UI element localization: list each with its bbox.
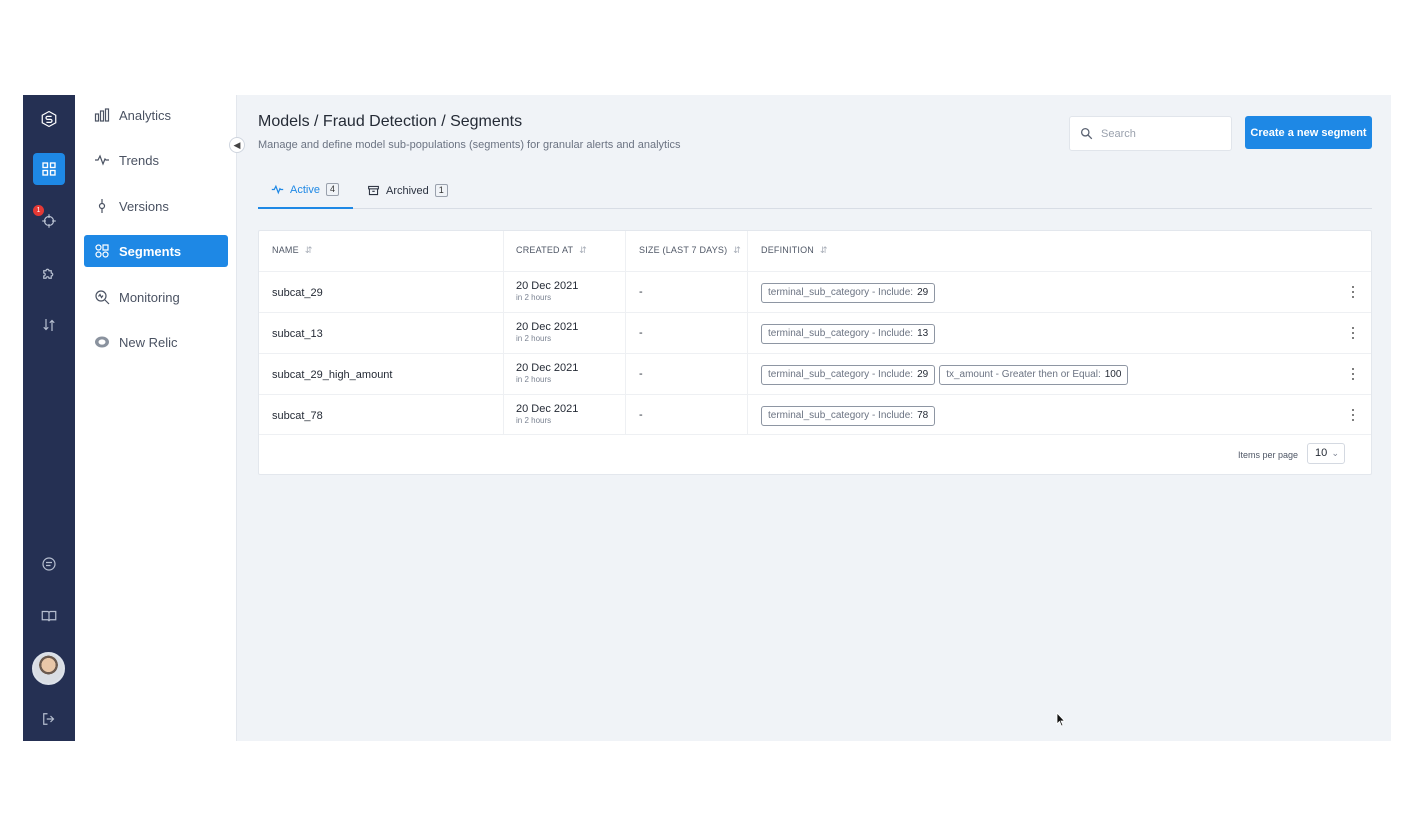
tab-count: 1 xyxy=(434,184,448,197)
table-row[interactable]: subcat_13 20 Dec 2021 in 2 hours - termin… xyxy=(259,312,1371,353)
sort-icon: ⇵ xyxy=(733,245,742,255)
definition-chip: tx_amount - Greater then or Equal: 100 xyxy=(939,365,1129,385)
icon-rail: 1 xyxy=(23,95,75,741)
definition-chips: terminal_sub_category - Include: 78 xyxy=(761,406,936,426)
nav-label: Segments xyxy=(119,243,182,259)
segments-icon xyxy=(95,244,109,258)
definition-chip: terminal_sub_category - Include: 29 xyxy=(761,365,936,385)
created-relative: in 2 hours xyxy=(516,293,552,302)
segment-size: - xyxy=(639,327,643,339)
book-icon[interactable] xyxy=(33,600,65,632)
definition-chip: terminal_sub_category - Include: 29 xyxy=(761,283,936,303)
nav-item-versions[interactable]: Versions xyxy=(84,190,228,222)
chat-icon[interactable] xyxy=(33,548,65,580)
nav-item-analytics[interactable]: Analytics xyxy=(84,99,228,131)
items-per-page-label: Items per page xyxy=(1238,450,1299,460)
avatar[interactable] xyxy=(32,652,65,685)
sort-icon: ⇵ xyxy=(820,245,828,255)
segment-name[interactable]: subcat_78 xyxy=(272,410,323,422)
nav-item-monitoring[interactable]: Monitoring xyxy=(84,281,228,313)
table-row[interactable]: subcat_29_high_amount 20 Dec 2021 in 2 ho… xyxy=(259,353,1371,394)
created-at: 20 Dec 2021 in 2 hours xyxy=(516,280,579,302)
tab-label: Archived xyxy=(386,184,429,197)
search-input[interactable] xyxy=(1101,127,1221,140)
segment-name[interactable]: subcat_29 xyxy=(272,287,323,299)
definition-chips: terminal_sub_category - Include: 29 xyxy=(761,283,936,303)
notification-badge: 1 xyxy=(33,205,44,216)
segment-size: - xyxy=(639,368,643,380)
page-title: Models / Fraud Detection / Segments xyxy=(258,113,523,130)
column-header-created-at[interactable]: CREATED AT ⇵ xyxy=(516,245,587,256)
app-window: 1 Analytics Trends Versions Segments Mon… xyxy=(23,95,1391,741)
bar-chart-icon xyxy=(94,108,110,122)
chevron-down-icon: ⌄ xyxy=(1331,448,1339,458)
definition-chips: terminal_sub_category - Include: 13 xyxy=(761,324,936,344)
segments-table: NAME ⇵ CREATED AT ⇵ SIZE (LAST 7 DAYS) ⇵ DE… xyxy=(258,230,1372,475)
row-menu-icon[interactable] xyxy=(1349,325,1357,341)
definition-chip: terminal_sub_category - Include: 78 xyxy=(761,406,936,426)
pulse-icon xyxy=(95,154,109,166)
dashboard-icon[interactable] xyxy=(33,153,65,185)
created-relative: in 2 hours xyxy=(516,334,552,343)
created-at: 20 Dec 2021 in 2 hours xyxy=(516,321,579,343)
definition-chip: terminal_sub_category - Include: 13 xyxy=(761,324,936,344)
nav-label: New Relic xyxy=(119,334,178,350)
pulse-icon xyxy=(271,184,284,195)
tab-label: Active xyxy=(290,183,320,196)
commit-icon xyxy=(98,199,106,213)
nav-item-new-relic[interactable]: New Relic xyxy=(84,326,228,358)
puzzle-icon[interactable] xyxy=(33,257,65,289)
nav-item-trends[interactable]: Trends xyxy=(84,144,228,176)
row-menu-icon[interactable] xyxy=(1349,407,1357,423)
search-icon xyxy=(1080,127,1093,140)
mouse-cursor-icon xyxy=(1056,712,1066,727)
created-at: 20 Dec 2021 in 2 hours xyxy=(516,362,579,384)
new-relic-icon xyxy=(95,336,109,348)
tab-active[interactable]: Active 4 xyxy=(258,172,353,209)
column-header-size[interactable]: SIZE (LAST 7 DAYS) ⇵ xyxy=(639,245,741,256)
table-footer-divider xyxy=(259,434,1371,435)
logo-icon[interactable] xyxy=(33,103,65,135)
create-segment-button[interactable]: Create a new segment xyxy=(1245,116,1372,149)
segment-name[interactable]: subcat_29_high_amount xyxy=(272,369,392,381)
column-header-definition[interactable]: DEFINITION ⇵ xyxy=(761,245,828,256)
nav-label: Trends xyxy=(119,152,159,168)
row-menu-icon[interactable] xyxy=(1349,366,1357,382)
nav-label: Versions xyxy=(119,198,169,214)
monitor-search-icon xyxy=(95,290,110,305)
segment-size: - xyxy=(639,286,643,298)
created-at: 20 Dec 2021 in 2 hours xyxy=(516,403,579,425)
sort-icon: ⇵ xyxy=(304,245,313,255)
search-box[interactable] xyxy=(1069,116,1232,151)
nav-label: Analytics xyxy=(119,107,172,123)
row-menu-icon[interactable] xyxy=(1349,284,1357,300)
created-relative: in 2 hours xyxy=(516,375,552,384)
tab-archived[interactable]: Archived 1 xyxy=(367,172,448,209)
column-header-name[interactable]: NAME ⇵ xyxy=(272,245,313,256)
segment-name[interactable]: subcat_13 xyxy=(272,328,323,340)
created-relative: in 2 hours xyxy=(516,416,552,425)
main-content: Models / Fraud Detection / Segments Mana… xyxy=(237,95,1391,741)
page-subtitle: Manage and define model sub-populations … xyxy=(258,139,681,151)
definition-chips: terminal_sub_category - Include: 29 tx_am… xyxy=(761,365,1129,385)
items-per-page-select[interactable]: 10 ⌄ xyxy=(1307,443,1345,464)
logout-icon[interactable] xyxy=(33,703,65,735)
table-row[interactable]: subcat_29 20 Dec 2021 in 2 hours - termin… xyxy=(259,271,1371,312)
table-row[interactable]: subcat_78 20 Dec 2021 in 2 hours - termin… xyxy=(259,394,1371,435)
sub-navigation: Analytics Trends Versions Segments Monit… xyxy=(75,95,237,741)
segment-size: - xyxy=(639,409,643,421)
sort-icon: ⇵ xyxy=(579,245,587,255)
nav-label: Monitoring xyxy=(119,289,180,305)
tab-count: 4 xyxy=(325,183,339,196)
collapse-sidebar-button[interactable]: ◀ xyxy=(229,137,245,153)
tab-bar: Active 4 Archived 1 xyxy=(258,172,1372,209)
nav-item-segments[interactable]: Segments xyxy=(84,235,228,267)
archive-icon xyxy=(368,185,379,196)
swap-icon[interactable] xyxy=(33,309,65,341)
